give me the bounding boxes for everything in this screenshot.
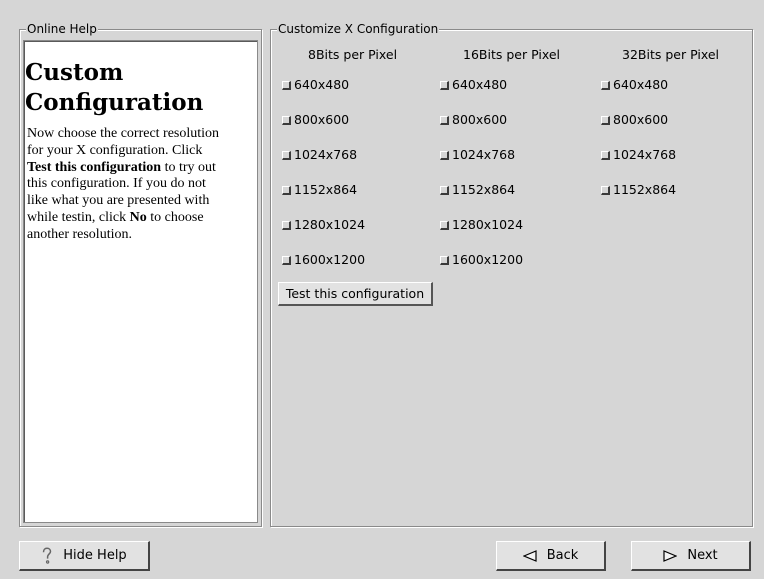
right-triangle-icon (663, 549, 678, 562)
res-label: 800x600 (452, 111, 508, 127)
help-heading: Custom Configuration (25, 59, 204, 116)
res-label: 640x480 (452, 76, 508, 92)
checkbox[interactable] (440, 116, 449, 125)
checkbox[interactable] (282, 221, 291, 230)
checkbox[interactable] (282, 256, 291, 265)
checkbox[interactable] (282, 151, 291, 160)
res-option-16bit-1152x864[interactable]: 1152x864 (440, 181, 515, 197)
hide-help-label: Hide Help (63, 548, 127, 563)
help-text-bold-test: Test this configuration (27, 159, 162, 175)
res-label: 1152x864 (613, 181, 677, 197)
help-body-text: Now choose the correct resolution for yo… (27, 126, 227, 244)
checkbox[interactable] (601, 116, 610, 125)
res-option-32bit-640x480[interactable]: 640x480 (601, 76, 668, 92)
checkbox[interactable] (440, 186, 449, 195)
column-header-32bit: 32Bits per Pixel (622, 47, 719, 62)
res-option-32bit-1152x864[interactable]: 1152x864 (601, 181, 676, 197)
column-header-8bit: 8Bits per Pixel (308, 47, 398, 62)
checkbox[interactable] (601, 151, 610, 160)
res-label: 1600x1200 (294, 251, 366, 267)
res-label: 800x600 (294, 111, 350, 127)
res-label: 640x480 (294, 76, 350, 92)
res-option-16bit-1024x768[interactable]: 1024x768 (440, 146, 515, 162)
hide-help-button[interactable]: Hide Help (19, 541, 150, 571)
res-label: 1024x768 (613, 146, 677, 162)
res-option-16bit-800x600[interactable]: 800x600 (440, 111, 507, 127)
checkbox[interactable] (282, 81, 291, 90)
back-label: Back (546, 548, 579, 563)
res-option-8bit-1600x1200[interactable]: 1600x1200 (282, 251, 365, 267)
res-option-16bit-1280x1024[interactable]: 1280x1024 (440, 216, 523, 232)
checkbox[interactable] (601, 186, 610, 195)
customize-x-config-title: Customize X Configuration (277, 22, 440, 36)
res-label: 800x600 (613, 111, 669, 127)
res-option-32bit-1024x768[interactable]: 1024x768 (601, 146, 676, 162)
next-button[interactable]: Next (631, 541, 751, 571)
res-option-8bit-640x480[interactable]: 640x480 (282, 76, 349, 92)
res-label: 1024x768 (452, 146, 516, 162)
left-triangle-icon (522, 549, 537, 562)
checkbox[interactable] (440, 221, 449, 230)
res-option-8bit-1024x768[interactable]: 1024x768 (282, 146, 357, 162)
checkbox[interactable] (601, 81, 610, 90)
res-option-32bit-800x600[interactable]: 800x600 (601, 111, 668, 127)
res-label: 1280x1024 (294, 216, 366, 232)
checkbox[interactable] (440, 81, 449, 90)
res-label: 1600x1200 (452, 251, 524, 267)
help-text-part1: Now choose the correct resolution for yo… (27, 126, 220, 158)
checkbox[interactable] (282, 186, 291, 195)
back-button[interactable]: Back (496, 541, 606, 571)
help-text-bold-no: No (129, 209, 147, 225)
checkbox[interactable] (282, 116, 291, 125)
online-help-title: Online Help (26, 22, 98, 36)
next-label: Next (687, 548, 718, 563)
test-configuration-button[interactable]: Test this configuration (278, 282, 433, 306)
res-label: 1024x768 (294, 146, 358, 162)
customize-x-config-frame: Customize X Configuration (270, 22, 753, 527)
res-label: 1152x864 (294, 181, 358, 197)
res-option-8bit-800x600[interactable]: 800x600 (282, 111, 349, 127)
res-label: 640x480 (613, 76, 669, 92)
column-header-16bit: 16Bits per Pixel (463, 47, 560, 62)
res-option-8bit-1152x864[interactable]: 1152x864 (282, 181, 357, 197)
question-mark-icon (41, 547, 53, 565)
res-label: 1280x1024 (452, 216, 524, 232)
res-label: 1152x864 (452, 181, 516, 197)
checkbox[interactable] (440, 151, 449, 160)
res-option-16bit-640x480[interactable]: 640x480 (440, 76, 507, 92)
res-option-16bit-1600x1200[interactable]: 1600x1200 (440, 251, 523, 267)
res-option-8bit-1280x1024[interactable]: 1280x1024 (282, 216, 365, 232)
checkbox[interactable] (440, 256, 449, 265)
